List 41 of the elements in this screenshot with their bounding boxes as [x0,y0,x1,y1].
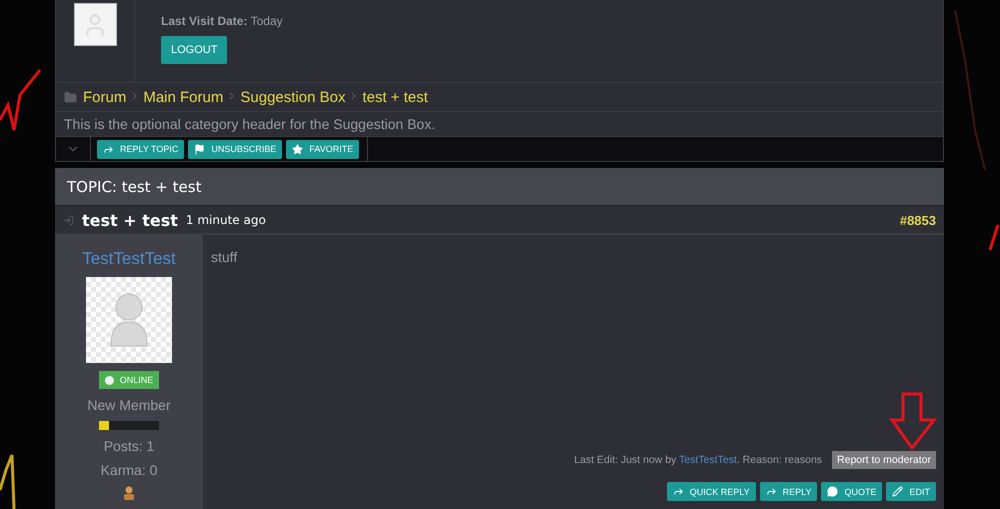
toolbar-button[interactable]: UNSUBSCRIBE [188,140,282,158]
speech-bubble-icon [827,486,838,497]
breadcrumb-link[interactable]: Suggestion Box [240,88,346,106]
user-icon [123,486,135,500]
post-action-button[interactable]: REPLY [760,482,818,501]
rank-bar [99,421,159,430]
folder-icon [64,90,77,104]
person-silhouette-icon [108,292,150,348]
author-name-link[interactable]: TestTestTest [82,249,176,269]
breadcrumb-link[interactable]: test + test [362,88,428,106]
arrow-annotation [889,392,937,450]
online-status-badge: ONLINE [98,371,160,389]
post-icon [63,214,74,226]
category-header-text: This is the optional category header for the Suggestion Box. [64,116,436,132]
logout-button[interactable]: LOGOUT [161,36,228,64]
pencil-icon [892,486,904,497]
post-count: Posts: 1 [104,438,154,454]
post-action-button[interactable]: EDIT [886,482,936,501]
report-button[interactable]: Report to moderator [832,451,936,469]
topic-title: TOPIC: test + test [67,178,202,196]
breadcrumb-link[interactable]: Main Forum [143,88,224,106]
breadcrumb-link[interactable]: Forum [83,88,126,106]
post-number-link[interactable]: #8853 [900,212,936,228]
curved-arrow-icon [103,144,114,154]
flag-icon [194,144,206,154]
star-icon [292,144,304,154]
last-visit-text: Last Visit Date: Today [161,14,283,28]
toolbar-button[interactable]: FAVORITE [286,140,360,158]
toolbar-button[interactable]: REPLY TOPIC [97,140,184,158]
post-action-button[interactable]: QUOTE [821,482,882,501]
last-edit-text: Last Edit: Just now by TestTestTest. Reason: reasons [574,454,822,466]
post-body-text: stuff [211,249,238,265]
avatar-placeholder [74,3,116,46]
user-link[interactable]: TestTestTest [679,454,737,466]
member-rank: New Member [87,397,171,413]
curved-arrow-icon [766,486,777,497]
post-title: test + test [82,210,178,230]
karma-count: Karma: 0 [100,462,158,478]
post-time: 1 minute ago [186,213,266,227]
curved-arrow-icon [672,486,684,497]
post-action-button[interactable]: QUICK REPLY [666,482,756,501]
